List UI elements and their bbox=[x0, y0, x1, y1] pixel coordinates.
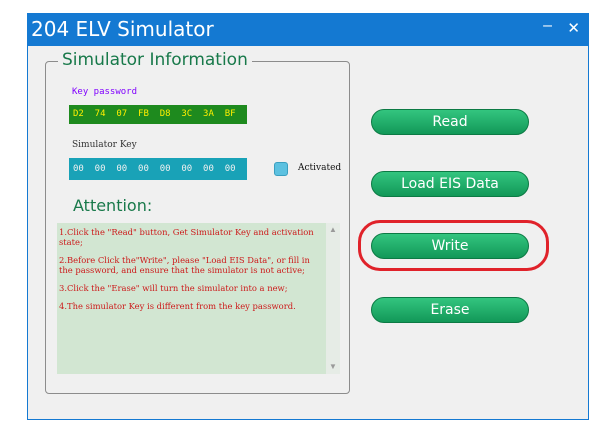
activated-indicator bbox=[274, 162, 288, 176]
load-eis-data-button[interactable]: Load EIS Data bbox=[371, 171, 529, 197]
note-item: 4.The simulator Key is different from th… bbox=[59, 301, 296, 311]
note-item: 3.Click the "Erase" will turn the simula… bbox=[59, 283, 288, 293]
scroll-down-icon[interactable]: ▼ bbox=[328, 362, 338, 372]
note-item: 2.Before Click the"Write", please "Load … bbox=[59, 255, 310, 275]
attention-notes: 1.Click the "Read" button, Get Simulator… bbox=[57, 223, 340, 374]
note-item: 1.Click the "Read" button, Get Simulator… bbox=[59, 227, 314, 247]
attention-title: Attention: bbox=[73, 196, 153, 215]
write-button[interactable]: Write bbox=[371, 233, 529, 259]
title-bar[interactable]: 204 ELV Simulator – ✕ bbox=[28, 14, 588, 46]
window-title: 204 ELV Simulator bbox=[31, 17, 214, 41]
close-icon[interactable]: ✕ bbox=[567, 19, 580, 37]
key-password-label: Key password bbox=[72, 87, 138, 97]
group-title: Simulator Information bbox=[58, 50, 252, 70]
minimize-icon[interactable]: – bbox=[543, 17, 552, 35]
key-password-field[interactable]: D2 74 07 FB D8 3C 3A BF bbox=[69, 105, 247, 124]
read-button[interactable]: Read bbox=[371, 109, 529, 135]
erase-button[interactable]: Erase bbox=[371, 297, 529, 323]
simulator-key-field[interactable]: 00 00 00 00 00 00 00 00 bbox=[69, 158, 247, 180]
scroll-up-icon[interactable]: ▲ bbox=[328, 225, 338, 235]
notes-scrollbar[interactable]: ▲ ▼ bbox=[326, 223, 340, 374]
notes-text: 1.Click the "Read" button, Get Simulator… bbox=[59, 227, 323, 319]
simulator-key-label: Simulator Key bbox=[72, 140, 137, 150]
activated-label: Activated bbox=[298, 163, 342, 173]
